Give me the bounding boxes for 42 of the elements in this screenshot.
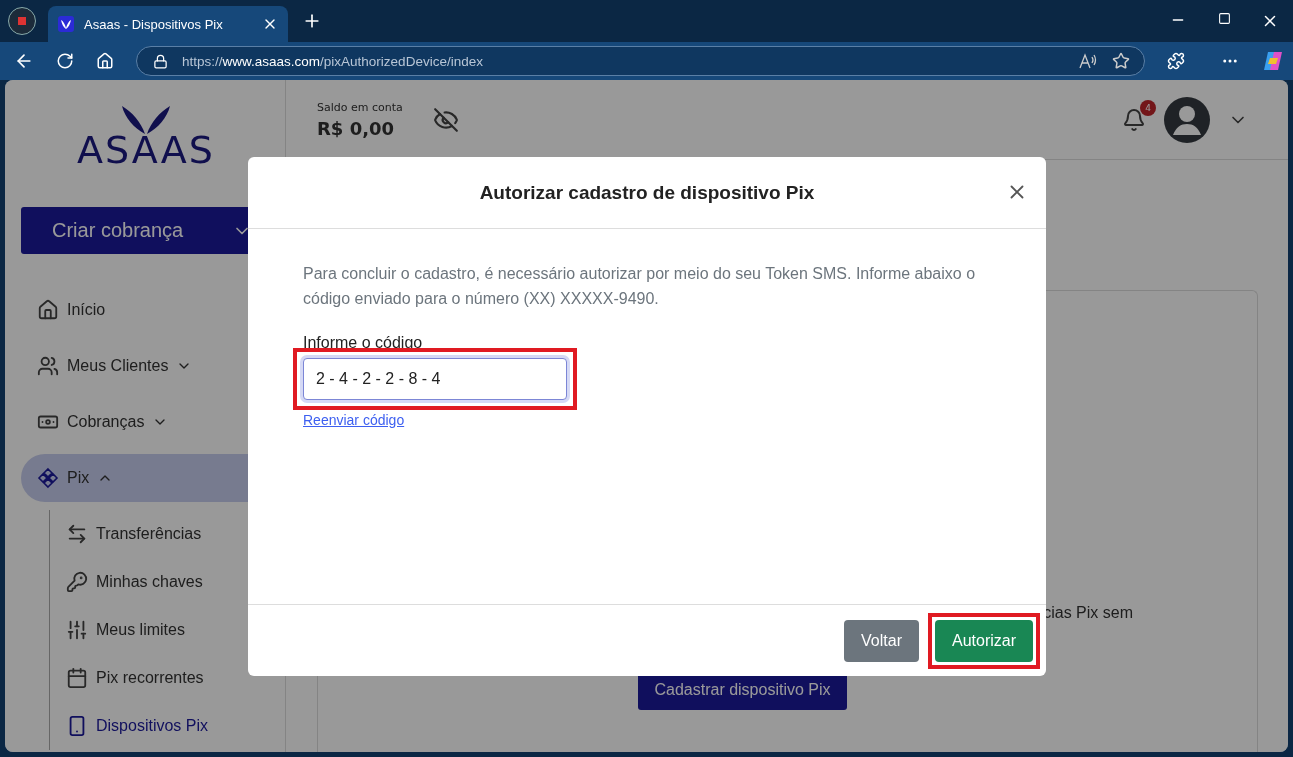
reload-icon[interactable] [56,52,74,70]
nav-subitem[interactable]: Meus limites [66,606,285,654]
pix-icon [37,467,59,489]
logo: ASAAS [77,128,215,172]
bell-icon[interactable] [1122,107,1146,132]
browser-tab[interactable]: Asaas - Dispositivos Pix [48,6,288,42]
maximize-icon[interactable] [1217,12,1231,25]
nav-subitem[interactable]: Pix recorrentes [66,654,285,702]
notification-badge: 4 [1140,99,1156,116]
key-icon [66,571,88,593]
hide-balance-icon[interactable] [432,106,459,133]
sliders-icon [66,619,88,641]
favorite-icon[interactable] [1112,52,1130,70]
nav-subitem[interactable]: Transferências [66,510,285,558]
calendar-icon [66,667,88,689]
modal-message: Para concluir o cadastro, é necessário autorizar por meio do seu Token SMS. Informe abaixo o código enviado para o número (XX) XXXXX-9490. [303,264,977,309]
authorize-button[interactable]: Autorizar [934,619,1033,662]
nav-subitem[interactable]: Dispositivos Pix [66,702,285,750]
favicon-icon [58,16,74,32]
nav-item[interactable]: Cobranças [21,398,285,446]
avatar-icon[interactable] [1164,96,1210,143]
balance-value: R$ 0,00 [317,117,396,139]
nav-item[interactable]: Início [21,286,285,334]
nav-item[interactable]: Meus Clientes [21,342,285,390]
home-icon [37,299,59,321]
profile-icon[interactable] [8,7,36,35]
read-aloud-icon[interactable] [1078,52,1098,70]
arrows-icon [66,523,88,545]
users-icon [37,355,59,377]
address-bar[interactable]: https://www.asaas.com/pixAuthorizedDevice/index [136,46,1145,76]
lock-icon [153,53,168,69]
modal-title: Autorizar cadastro de dispositivo Pix [479,181,815,204]
balance-label: Saldo em conta [317,100,403,114]
back-button[interactable]: Voltar [844,619,919,662]
home-icon[interactable] [96,52,114,70]
url-text: https://www.asaas.com/pixAuthorizedDevice/index [182,53,484,69]
code-field[interactable]: 2 - 4 - 2 - 2 - 8 - 4 [303,358,567,400]
extensions-icon[interactable] [1167,52,1185,70]
resend-code-link[interactable]: Reenviar código [303,412,405,428]
tab-title: Asaas - Dispositivos Pix [84,16,224,32]
copilot-icon[interactable] [1261,49,1285,73]
nav-subitem[interactable]: Minhas chaves [66,558,285,606]
